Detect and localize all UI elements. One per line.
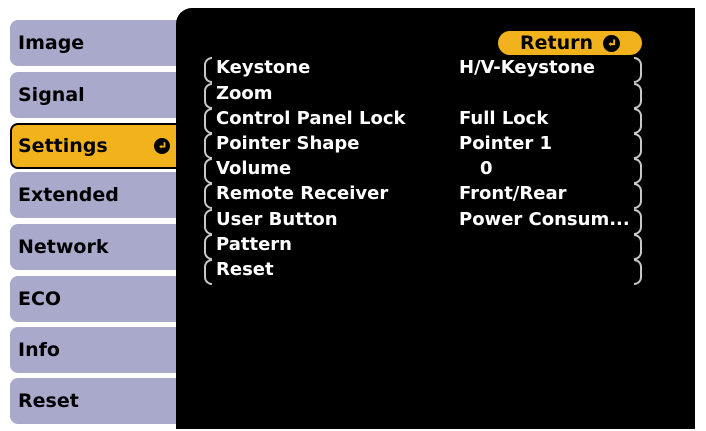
return-button[interactable]: Return bbox=[498, 31, 642, 55]
item-label: User Button bbox=[216, 209, 338, 230]
item-label: Zoom bbox=[216, 83, 273, 104]
tab-label: Reset bbox=[18, 390, 79, 412]
item-label: Reset bbox=[216, 259, 274, 280]
return-label: Return bbox=[519, 32, 594, 54]
menu-item-reset[interactable]: Reset bbox=[204, 259, 642, 285]
settings-menu-screen: Image Signal Settings Extended Network E… bbox=[0, 0, 706, 431]
item-label: Remote Receiver bbox=[216, 183, 389, 204]
menu-item-remote-receiver[interactable]: Remote Receiver Front/Rear bbox=[204, 183, 642, 209]
menu-item-pattern[interactable]: Pattern bbox=[204, 234, 642, 260]
menu-item-keystone[interactable]: Keystone H/V-Keystone bbox=[204, 57, 642, 83]
tab-network[interactable]: Network bbox=[10, 224, 182, 270]
enter-icon bbox=[154, 138, 170, 154]
tab-settings[interactable]: Settings bbox=[10, 123, 182, 169]
menu-item-user-button[interactable]: User Button Power Consum... bbox=[204, 209, 642, 235]
menu-item-control-panel-lock[interactable]: Control Panel Lock Full Lock bbox=[204, 108, 642, 134]
item-value: Full Lock bbox=[459, 108, 549, 129]
item-label: Pointer Shape bbox=[216, 133, 360, 154]
item-value: Front/Rear bbox=[459, 183, 567, 204]
tab-label: Info bbox=[18, 339, 60, 361]
enter-icon bbox=[603, 34, 621, 52]
item-value: H/V-Keystone bbox=[459, 57, 596, 78]
item-value: 0 bbox=[480, 158, 493, 179]
menu-item-zoom[interactable]: Zoom bbox=[204, 83, 642, 109]
tab-label: ECO bbox=[18, 288, 62, 310]
item-label: Keystone bbox=[216, 57, 311, 78]
menu-item-pointer-shape[interactable]: Pointer Shape Pointer 1 bbox=[204, 133, 642, 159]
tab-label: Extended bbox=[18, 184, 119, 206]
item-value: Pointer 1 bbox=[459, 133, 553, 154]
tab-label: Network bbox=[18, 236, 109, 258]
tab-reset[interactable]: Reset bbox=[10, 378, 182, 424]
tab-label: Signal bbox=[18, 84, 85, 106]
item-label: Pattern bbox=[216, 234, 292, 255]
item-label: Volume bbox=[216, 158, 292, 179]
tab-extended[interactable]: Extended bbox=[10, 172, 182, 218]
item-value: Power Consum... bbox=[459, 209, 630, 230]
tab-label: Settings bbox=[18, 135, 108, 157]
tab-label: Image bbox=[18, 32, 85, 54]
item-label: Control Panel Lock bbox=[216, 108, 406, 129]
tab-signal[interactable]: Signal bbox=[10, 72, 182, 118]
menu-item-volume[interactable]: Volume 0 bbox=[204, 158, 642, 184]
tab-eco[interactable]: ECO bbox=[10, 276, 182, 322]
tab-info[interactable]: Info bbox=[10, 327, 182, 373]
tab-image[interactable]: Image bbox=[10, 20, 182, 66]
